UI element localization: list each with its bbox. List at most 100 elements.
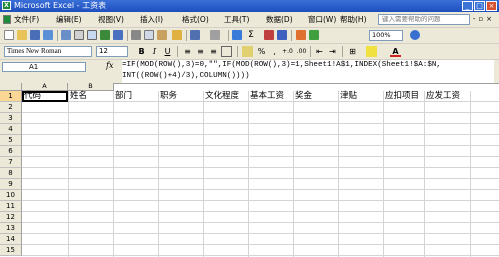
redo-icon[interactable] bbox=[210, 30, 220, 40]
open-icon[interactable] bbox=[17, 30, 27, 40]
decrease-indent-icon[interactable]: ⇤ bbox=[314, 46, 325, 57]
menu-file[interactable]: 文件(F) bbox=[14, 12, 39, 27]
cell-g1[interactable]: 奖金 bbox=[294, 91, 312, 102]
menu-edit[interactable]: 编辑(E) bbox=[56, 12, 82, 27]
drawing-icon[interactable] bbox=[309, 30, 319, 40]
bold-button[interactable]: B bbox=[136, 46, 147, 57]
undo-icon[interactable] bbox=[190, 30, 200, 40]
row-header[interactable]: 6 bbox=[0, 146, 22, 157]
row-header[interactable]: 7 bbox=[0, 157, 22, 168]
cell-f1[interactable]: 基本工资 bbox=[249, 91, 284, 102]
merge-center-icon[interactable] bbox=[221, 46, 232, 57]
format-painter-icon[interactable] bbox=[172, 30, 182, 40]
row-header[interactable]: 14 bbox=[0, 234, 22, 245]
menu-help[interactable]: 帮助(H) bbox=[340, 12, 367, 27]
row-header[interactable]: 2 bbox=[0, 102, 22, 113]
spelling-icon[interactable] bbox=[100, 30, 110, 40]
row-header[interactable]: 12 bbox=[0, 212, 22, 223]
font-select[interactable]: Times New Roman bbox=[4, 46, 92, 57]
menu-bar: 文件(F) 编辑(E) 视图(V) 插入(I) 格式(O) 工具(T) 数据(D… bbox=[0, 12, 499, 28]
insert-function-icon[interactable]: fx bbox=[106, 61, 113, 70]
menu-data[interactable]: 数据(D) bbox=[266, 12, 293, 27]
italic-button[interactable]: I bbox=[149, 46, 160, 57]
menu-view[interactable]: 视图(V) bbox=[98, 12, 124, 27]
print-icon[interactable] bbox=[74, 30, 84, 40]
align-right-icon[interactable]: ≡ bbox=[208, 46, 219, 57]
gridline bbox=[22, 255, 499, 256]
cell-e1[interactable]: 文化程度 bbox=[204, 91, 239, 102]
column-header-b[interactable]: B bbox=[68, 83, 114, 91]
email-icon[interactable] bbox=[61, 30, 71, 40]
research-icon[interactable] bbox=[113, 30, 123, 40]
percent-icon[interactable]: % bbox=[256, 46, 267, 57]
fill-color-icon[interactable] bbox=[366, 46, 377, 57]
row-header[interactable]: 15 bbox=[0, 245, 22, 256]
increase-indent-icon[interactable]: ⇥ bbox=[327, 46, 338, 57]
row-header[interactable]: 13 bbox=[0, 223, 22, 234]
name-box[interactable]: A1 bbox=[2, 62, 86, 72]
new-icon[interactable] bbox=[4, 30, 14, 40]
row-header[interactable]: 9 bbox=[0, 179, 22, 190]
formatting-toolbar: Times New Roman 12 B I U ≡ ≡ ≡ % , +.0 .… bbox=[0, 44, 499, 60]
align-left-icon[interactable]: ≡ bbox=[182, 46, 193, 57]
help-search-input[interactable]: 键入需要帮助的问题 bbox=[378, 14, 470, 25]
permission-icon[interactable] bbox=[43, 30, 53, 40]
borders-icon[interactable]: ⊞ bbox=[347, 46, 358, 57]
row-header[interactable]: 1 bbox=[0, 91, 22, 102]
cut-icon[interactable] bbox=[131, 30, 141, 40]
worksheet-grid[interactable]: A B 1 2 3 4 5 6 7 8 9 10 11 12 13 14 15 … bbox=[0, 83, 499, 257]
gridline bbox=[22, 222, 499, 223]
close-button[interactable]: × bbox=[486, 1, 497, 11]
menu-tools[interactable]: 工具(T) bbox=[224, 12, 249, 27]
menu-format[interactable]: 格式(O) bbox=[182, 12, 209, 27]
document-icon[interactable] bbox=[3, 15, 11, 24]
gridline bbox=[22, 134, 499, 135]
row-header[interactable]: 10 bbox=[0, 190, 22, 201]
formula-line-2: INT((ROW()+4)/3),COLUMN()))) bbox=[122, 72, 250, 80]
minimize-button[interactable]: _ bbox=[462, 1, 473, 11]
sort-descending-icon[interactable] bbox=[277, 30, 287, 40]
cell-j1[interactable]: 应发工资 bbox=[425, 91, 460, 102]
row-header[interactable]: 11 bbox=[0, 201, 22, 212]
paste-icon[interactable] bbox=[157, 30, 167, 40]
help-icon[interactable] bbox=[410, 30, 420, 40]
menu-window[interactable]: 窗口(W) bbox=[308, 12, 336, 27]
row-header[interactable]: 8 bbox=[0, 168, 22, 179]
select-all-corner[interactable] bbox=[0, 83, 22, 91]
menu-insert[interactable]: 插入(I) bbox=[140, 12, 163, 27]
copy-icon[interactable] bbox=[144, 30, 154, 40]
column-header-a[interactable]: A bbox=[22, 83, 68, 91]
print-preview-icon[interactable] bbox=[87, 30, 97, 40]
currency-icon[interactable] bbox=[242, 46, 253, 57]
decrease-decimal-icon[interactable]: .00 bbox=[296, 46, 307, 57]
underline-button[interactable]: U bbox=[162, 46, 173, 57]
gridline bbox=[22, 112, 499, 113]
cell-d1[interactable]: 职务 bbox=[159, 91, 177, 102]
zoom-select[interactable]: 100% bbox=[369, 30, 403, 41]
autosum-icon[interactable]: Σ bbox=[246, 30, 256, 40]
font-size-select[interactable]: 12 bbox=[96, 46, 128, 57]
cell-b1[interactable]: 姓名 bbox=[69, 91, 87, 102]
gridline bbox=[22, 244, 499, 245]
gridline bbox=[22, 233, 499, 234]
cell-c1[interactable]: 部门 bbox=[114, 91, 132, 102]
save-icon[interactable] bbox=[30, 30, 40, 40]
row-header[interactable]: 3 bbox=[0, 113, 22, 124]
increase-decimal-icon[interactable]: +.0 bbox=[282, 46, 293, 57]
row-header[interactable]: 4 bbox=[0, 124, 22, 135]
gridline bbox=[22, 123, 499, 124]
font-color-icon[interactable]: A bbox=[390, 46, 401, 57]
hyperlink-icon[interactable] bbox=[232, 30, 242, 40]
sort-ascending-icon[interactable] bbox=[264, 30, 274, 40]
row-header[interactable]: 5 bbox=[0, 135, 22, 146]
formula-bar: A1 fx =IF(MOD(ROW(),3)=0,"",IF(MOD(ROW()… bbox=[0, 60, 499, 84]
maximize-button[interactable]: □ bbox=[474, 1, 485, 11]
formula-input[interactable]: =IF(MOD(ROW(),3)=0,"",IF(MOD(ROW(),3)=1,… bbox=[122, 60, 494, 83]
cell-h1[interactable]: 津贴 bbox=[339, 91, 357, 102]
chart-wizard-icon[interactable] bbox=[296, 30, 306, 40]
comma-icon[interactable]: , bbox=[269, 46, 280, 57]
align-center-icon[interactable]: ≡ bbox=[195, 46, 206, 57]
cell-i1[interactable]: 应扣项目 bbox=[384, 91, 419, 102]
document-window-controls[interactable]: -▫× bbox=[473, 12, 495, 27]
gridline bbox=[22, 167, 499, 168]
